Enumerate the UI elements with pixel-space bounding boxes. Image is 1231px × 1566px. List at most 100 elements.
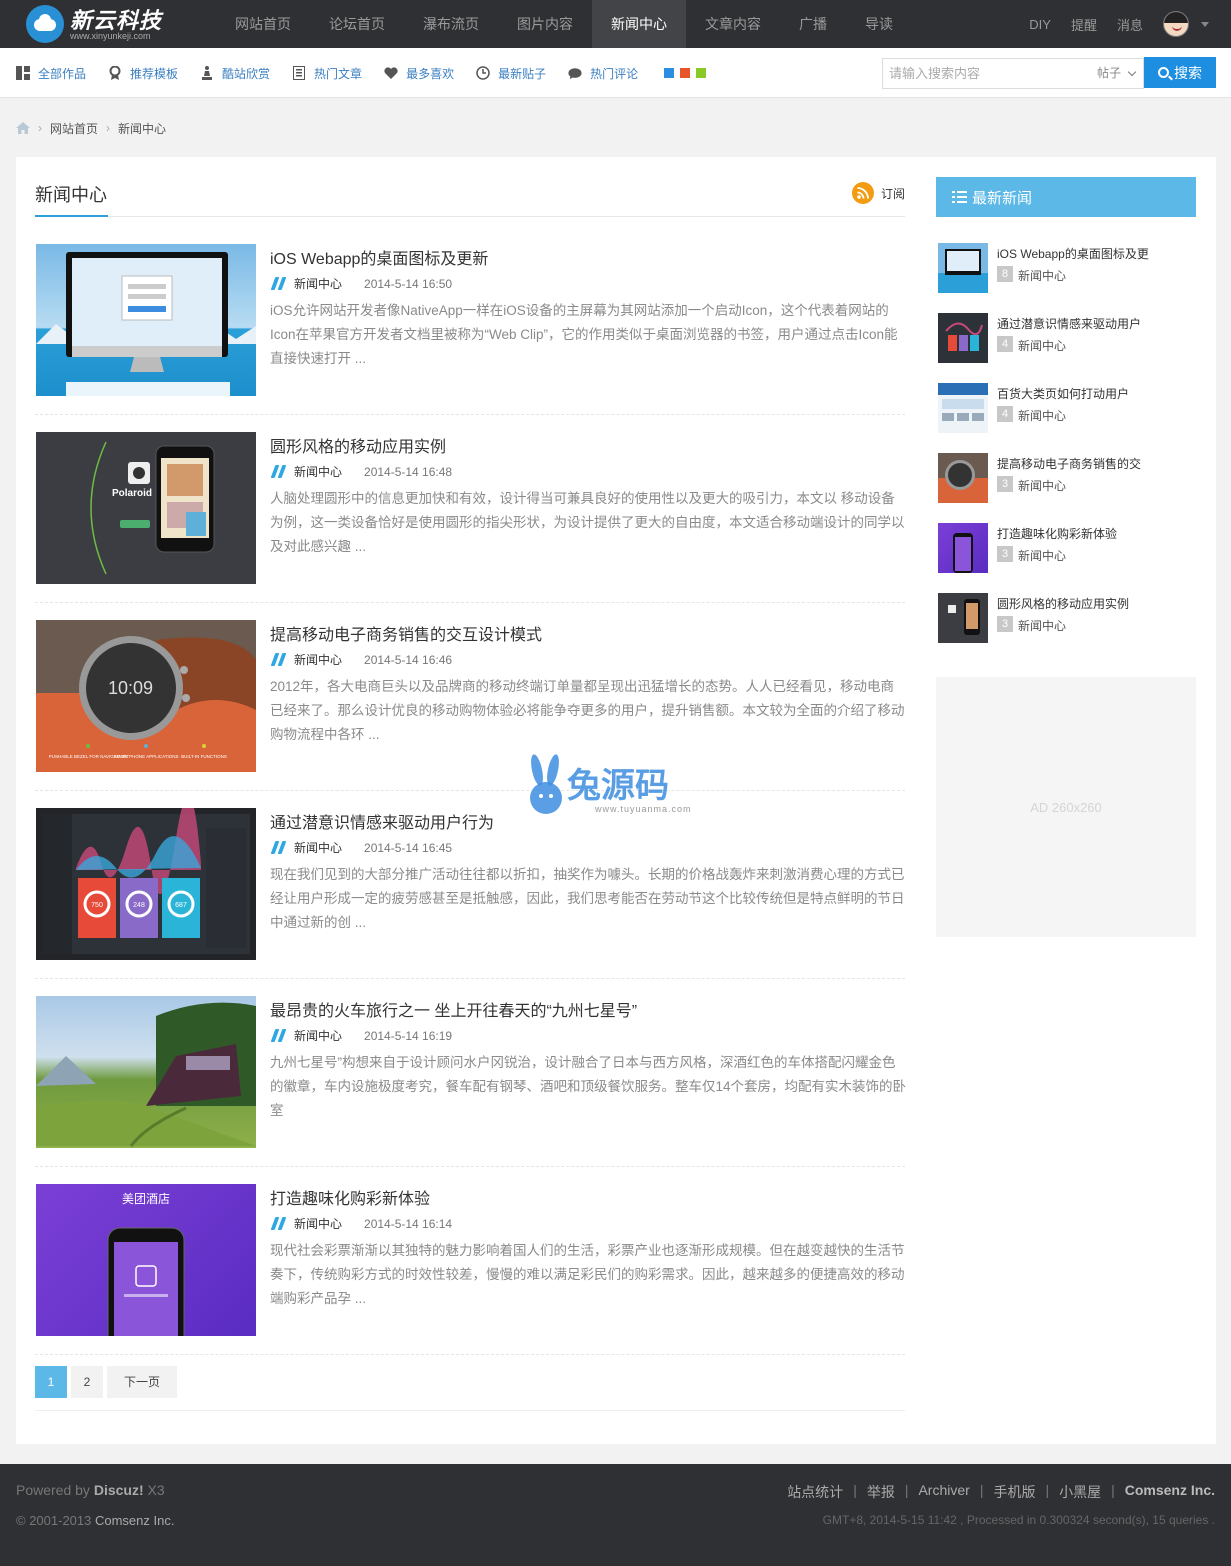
article-title[interactable]: 通过潜意识情感来驱动用户行为 — [270, 809, 494, 833]
sidebar-news-item: 百货大类页如何打动用户 4 新闻中心 — [936, 383, 1196, 453]
sidebar-thumbnail[interactable] — [938, 383, 988, 433]
sidebar-thumbnail[interactable] — [938, 243, 988, 293]
article-category[interactable]: 新闻中心 — [294, 463, 342, 480]
article-title[interactable]: 打造趣味化购彩新体验 — [270, 1185, 430, 1209]
sidebar-news-title[interactable]: iOS Webapp的桌面图标及更 — [997, 245, 1193, 262]
footer-link-blackroom[interactable]: 小黑屋 — [1059, 1482, 1101, 1502]
subnav-hot-articles[interactable]: 热门文章 — [292, 65, 362, 82]
nav-images[interactable]: 图片内容 — [498, 0, 592, 48]
article-thumbnail[interactable] — [36, 996, 256, 1148]
message-link[interactable]: 消息 — [1117, 15, 1143, 34]
search-button[interactable]: 搜索 — [1144, 57, 1216, 88]
article-meta: 新闻中心 2014-5-14 16:46 — [270, 651, 452, 668]
article-meta: 新闻中心 2014-5-14 16:19 — [270, 1027, 452, 1044]
article-thumbnail[interactable]: Polaroid — [36, 432, 256, 584]
article-thumbnail[interactable]: 10:09 PUSHABLE BEZEL FOR NAVIGATION SMAR… — [36, 620, 256, 772]
article-date: 2014-5-14 16:46 — [364, 652, 453, 667]
nav-home[interactable]: 网站首页 — [216, 0, 310, 48]
article-date: 2014-5-14 16:50 — [364, 276, 453, 291]
footer-links: 站点统计 | 举报 | Archiver | 手机版 | 小黑屋 | Comsenz In… — [787, 1482, 1215, 1502]
theme-swatch-green[interactable] — [696, 68, 707, 78]
subnav-all-works[interactable]: 全部作品 — [16, 65, 86, 82]
subnav-cool-sites[interactable]: 酷站欣赏 — [200, 65, 270, 82]
nav-waterfall[interactable]: 瀑布流页 — [404, 0, 498, 48]
title-divider — [35, 216, 905, 217]
article-item: 美团酒店 打造趣味化购彩新体验 新闻中心 2014-5-14 16:14 现代社… — [35, 1183, 905, 1371]
chevron-down-icon[interactable] — [1201, 21, 1209, 27]
footer-link-report[interactable]: 举报 — [867, 1482, 895, 1502]
footer-link-company[interactable]: Comsenz Inc. — [1125, 1482, 1215, 1502]
sidebar-thumbnail[interactable] — [938, 523, 988, 573]
view-count-badge: 3 — [997, 616, 1013, 632]
remind-link[interactable]: 提醒 — [1071, 15, 1097, 34]
article-meta: 新闻中心 2014-5-14 16:48 — [270, 463, 452, 480]
subnav-recommended[interactable]: 推荐模板 — [108, 65, 178, 82]
nav-news[interactable]: 新闻中心 — [592, 0, 686, 48]
subnav-most-liked[interactable]: 最多喜欢 — [384, 65, 454, 82]
article-item: iOS Webapp的桌面图标及更新 新闻中心 2014-5-14 16:50 … — [35, 243, 905, 431]
sidebar-thumbnail[interactable] — [938, 593, 988, 643]
subnav-latest-posts[interactable]: 最新贴子 — [476, 65, 546, 82]
sidebar-news-category[interactable]: 新闻中心 — [1018, 547, 1066, 564]
dashboard-illustration: 750 248 687 — [42, 808, 250, 954]
sidebar-news-title[interactable]: 圆形风格的移动应用实例 — [997, 595, 1193, 612]
article-title[interactable]: 提高移动电子商务销售的交互设计模式 — [270, 621, 542, 645]
sidebar-news-title[interactable]: 提高移动电子商务销售的交 — [997, 455, 1193, 472]
article-category[interactable]: 新闻中心 — [294, 1215, 342, 1232]
article-category[interactable]: 新闻中心 — [294, 651, 342, 668]
nav-forum[interactable]: 论坛首页 — [310, 0, 404, 48]
sidebar-news-title[interactable]: 百货大类页如何打动用户 — [997, 385, 1193, 402]
footer-link-stats[interactable]: 站点统计 — [787, 1482, 843, 1502]
user-avatar[interactable] — [1163, 11, 1189, 37]
article-category[interactable]: 新闻中心 — [294, 275, 342, 292]
site-logo[interactable]: 新云科技 www.xinyunkeji.com — [26, 3, 216, 45]
page-1-button[interactable]: 1 — [35, 1366, 67, 1398]
sidebar-news-category[interactable]: 新闻中心 — [1018, 477, 1066, 494]
home-icon[interactable] — [16, 122, 30, 134]
footer: Powered by Discuz! X3 © 2001-2013 Comsen… — [0, 1464, 1231, 1566]
article-title[interactable]: 圆形风格的移动应用实例 — [270, 433, 446, 457]
sidebar-news-title[interactable]: 通过潜意识情感来驱动用户 — [997, 315, 1193, 332]
category-icon — [270, 653, 286, 666]
footer-link-mobile[interactable]: 手机版 — [993, 1482, 1035, 1502]
theme-swatch-orange[interactable] — [680, 68, 691, 78]
breadcrumb-home[interactable]: 网站首页 — [50, 120, 98, 137]
search-input[interactable] — [883, 59, 1083, 88]
nav-guide[interactable]: 导读 — [846, 0, 912, 48]
search-type-select[interactable]: 帖子 — [1097, 59, 1137, 88]
svg-text:美团酒店: 美团酒店 — [122, 1192, 170, 1206]
page-2-button[interactable]: 2 — [71, 1366, 103, 1398]
subscribe-button[interactable]: 订阅 — [852, 182, 905, 204]
powered-by: Powered by Discuz! X3 — [16, 1482, 165, 1498]
sidebar-news-category[interactable]: 新闻中心 — [1018, 337, 1066, 354]
ad-placeholder[interactable]: AD 260x260 — [936, 677, 1196, 937]
search-icon — [1158, 67, 1169, 78]
theme-swatch-blue[interactable] — [664, 68, 675, 78]
copyright-company-link[interactable]: Comsenz Inc. — [95, 1513, 174, 1528]
sidebar-news-category[interactable]: 新闻中心 — [1018, 617, 1066, 634]
sidebar-news-title[interactable]: 打造趣味化购彩新体验 — [997, 525, 1193, 542]
sidebar-thumbnail[interactable] — [938, 453, 988, 503]
sidebar-thumbnail[interactable] — [938, 313, 988, 363]
article-meta: 新闻中心 2014-5-14 16:14 — [270, 1215, 452, 1232]
diy-link[interactable]: DIY — [1029, 17, 1051, 32]
next-page-button[interactable]: 下一页 — [107, 1366, 177, 1398]
article-title[interactable]: 最昂贵的火车旅行之一 坐上开往春天的“九州七星号” — [270, 997, 637, 1021]
article-category[interactable]: 新闻中心 — [294, 839, 342, 856]
footer-link-archiver[interactable]: Archiver — [918, 1482, 969, 1502]
nav-articles[interactable]: 文章内容 — [686, 0, 780, 48]
article-thumbnail[interactable]: 750 248 687 — [36, 808, 256, 960]
article-title[interactable]: iOS Webapp的桌面图标及更新 — [270, 245, 488, 269]
article-category[interactable]: 新闻中心 — [294, 1027, 342, 1044]
page-title: 新闻中心 — [35, 185, 107, 205]
article-thumbnail[interactable]: 美团酒店 — [36, 1184, 256, 1336]
view-count-badge: 3 — [997, 546, 1013, 562]
train-illustration — [36, 1002, 256, 1147]
nav-broadcast[interactable]: 广播 — [780, 0, 846, 48]
subnav-hot-comments[interactable]: 热门评论 — [568, 65, 638, 82]
sidebar-news-item: 打造趣味化购彩新体验 3 新闻中心 — [936, 523, 1196, 593]
sidebar-news-category[interactable]: 新闻中心 — [1018, 407, 1066, 424]
sidebar-news-category[interactable]: 新闻中心 — [1018, 267, 1066, 284]
discuz-link[interactable]: Discuz! — [94, 1482, 144, 1498]
article-thumbnail[interactable] — [36, 244, 256, 396]
